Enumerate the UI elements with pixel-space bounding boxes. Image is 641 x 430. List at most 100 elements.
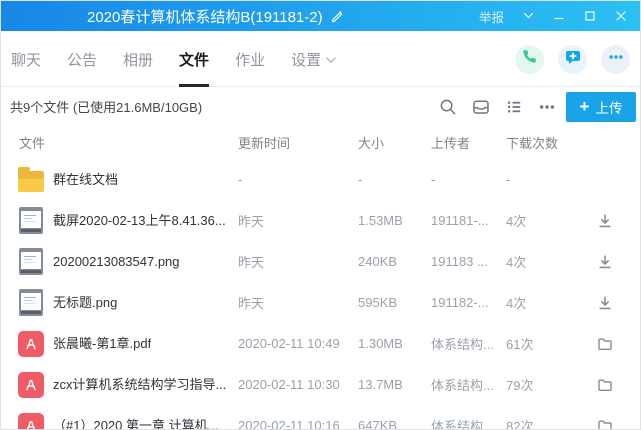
group-file-manager-window: 2020春计算机体系结构B(191181-2) 举报 聊天 公告	[0, 0, 641, 430]
upload-button[interactable]: + 上传	[566, 92, 636, 122]
download-icon[interactable]	[597, 254, 613, 270]
chat-bubble-plus-icon	[565, 49, 581, 70]
maximize-button[interactable]	[583, 9, 597, 23]
file-count-summary: 共9个文件 (已使用21.6MB/10GB)	[10, 87, 202, 126]
pdf-icon	[18, 331, 44, 357]
tab-label: 相册	[123, 49, 153, 70]
file-updated: 昨天	[238, 200, 264, 241]
pdf-icon	[18, 372, 44, 398]
close-button[interactable]	[614, 9, 628, 23]
open-folder-icon[interactable]	[597, 377, 613, 393]
tab-bar: 聊天 公告 相册 文件 作业 设置	[1, 31, 640, 87]
header-uploader: 上传者	[431, 126, 470, 159]
file-updated: 2020-02-11 10:30	[238, 364, 340, 405]
upload-button-label: 上传	[595, 97, 622, 117]
toolbar-icons	[439, 87, 556, 126]
file-downloads: 61次	[506, 323, 533, 364]
file-uploader: 体系结构...	[431, 405, 494, 430]
file-name: 群在线文档	[53, 159, 118, 200]
header-updated: 更新时间	[238, 126, 290, 159]
file-name: 张晨曦-第1章.pdf	[53, 323, 151, 364]
window-title-area: 2020春计算机体系结构B(191181-2)	[87, 1, 344, 31]
file-size: 1.30MB	[358, 323, 403, 364]
tab-bar-tabs: 聊天 公告 相册 文件 作业 设置	[11, 31, 349, 87]
file-row[interactable]: 群在线文档 - - - -	[1, 159, 640, 200]
minimize-button[interactable]	[552, 9, 566, 23]
tab-label: 公告	[67, 49, 97, 70]
file-updated: 昨天	[238, 282, 264, 323]
file-size: 240KB	[358, 241, 397, 282]
image-thumbnail-icon	[19, 207, 43, 234]
save-tray-icon[interactable]	[472, 98, 490, 116]
plus-icon: +	[580, 98, 590, 115]
download-icon[interactable]	[597, 295, 613, 311]
file-size: 13.7MB	[358, 364, 403, 405]
file-downloads: 79次	[506, 364, 533, 405]
file-name: 截屏2020-02-13上午8.41.36...	[53, 200, 226, 241]
file-uploader: 191181-...	[431, 200, 489, 241]
file-toolbar: 共9个文件 (已使用21.6MB/10GB) + 上传	[1, 87, 640, 126]
more-options-icon[interactable]	[538, 98, 556, 116]
folder-icon	[18, 171, 44, 192]
header-downloads: 下载次数	[506, 126, 558, 159]
create-chat-button[interactable]	[558, 45, 587, 74]
tab-settings[interactable]: 设置	[278, 31, 349, 87]
file-downloads: 4次	[506, 241, 526, 282]
file-name: （#1）2020 第一章 计算机...	[53, 405, 218, 430]
file-size: 595KB	[358, 282, 397, 323]
file-updated: 昨天	[238, 241, 264, 282]
file-row[interactable]: 无标题.png 昨天 595KB 191182-... 4次	[1, 282, 640, 323]
search-icon[interactable]	[439, 98, 457, 116]
file-list: 群在线文档 - - - - 截屏2020-02-13上午8.41.36... 昨…	[1, 159, 640, 430]
tab-bar-actions	[515, 31, 630, 87]
file-downloads: 82次	[506, 405, 533, 430]
download-icon[interactable]	[597, 213, 613, 229]
phone-icon	[522, 49, 537, 69]
open-folder-icon[interactable]	[597, 336, 613, 352]
file-downloads: 4次	[506, 200, 526, 241]
tab-announcement[interactable]: 公告	[54, 31, 110, 87]
file-uploader: -	[431, 159, 435, 200]
tab-label: 聊天	[11, 49, 41, 70]
file-uploader: 191182-...	[431, 282, 489, 323]
open-folder-icon[interactable]	[597, 418, 613, 430]
list-view-icon[interactable]	[505, 98, 523, 116]
file-name: 无标题.png	[53, 282, 117, 323]
more-actions-button[interactable]	[601, 45, 630, 74]
file-downloads: -	[506, 159, 510, 200]
header-file: 文件	[19, 126, 45, 159]
report-link[interactable]: 举报	[479, 7, 504, 26]
title-bar: 2020春计算机体系结构B(191181-2) 举报	[1, 1, 640, 31]
file-row[interactable]: zcx计算机系统结构学习指导... 2020-02-11 10:30 13.7M…	[1, 364, 640, 405]
voice-call-button[interactable]	[515, 45, 544, 74]
image-thumbnail-icon	[19, 289, 43, 316]
file-uploader: 体系结构...	[431, 323, 494, 364]
file-name: zcx计算机系统结构学习指导...	[53, 364, 226, 405]
chevron-down-icon[interactable]	[521, 9, 535, 23]
image-thumbnail-icon	[19, 248, 43, 275]
tab-label: 作业	[235, 49, 265, 70]
tab-chat[interactable]: 聊天	[11, 31, 54, 87]
file-row[interactable]: （#1）2020 第一章 计算机... 2020-02-11 10:16 647…	[1, 405, 640, 430]
file-row[interactable]: 张晨曦-第1章.pdf 2020-02-11 10:49 1.30MB 体系结构…	[1, 323, 640, 364]
pdf-icon	[18, 413, 44, 430]
window-controls: 举报	[479, 1, 628, 31]
tab-files[interactable]: 文件	[166, 31, 222, 87]
edit-title-icon[interactable]	[330, 9, 344, 23]
file-uploader: 体系结构...	[431, 364, 494, 405]
tab-label: 设置	[291, 49, 321, 70]
table-header: 文件 更新时间 大小 上传者 下载次数	[1, 126, 640, 159]
window-title: 2020春计算机体系结构B(191181-2)	[87, 6, 323, 27]
ellipsis-icon	[608, 49, 624, 70]
file-size: 647KB	[358, 405, 397, 430]
file-uploader: 191183 ...	[431, 241, 488, 282]
file-downloads: 4次	[506, 282, 526, 323]
file-name: 20200213083547.png	[53, 241, 180, 282]
file-updated: 2020-02-11 10:49	[238, 323, 340, 364]
tab-homework[interactable]: 作业	[222, 31, 278, 87]
tab-album[interactable]: 相册	[110, 31, 166, 87]
file-updated: 2020-02-11 10:16	[238, 405, 340, 430]
file-row[interactable]: 20200213083547.png 昨天 240KB 191183 ... 4…	[1, 241, 640, 282]
file-row[interactable]: 截屏2020-02-13上午8.41.36... 昨天 1.53MB 19118…	[1, 200, 640, 241]
header-size: 大小	[358, 126, 384, 159]
